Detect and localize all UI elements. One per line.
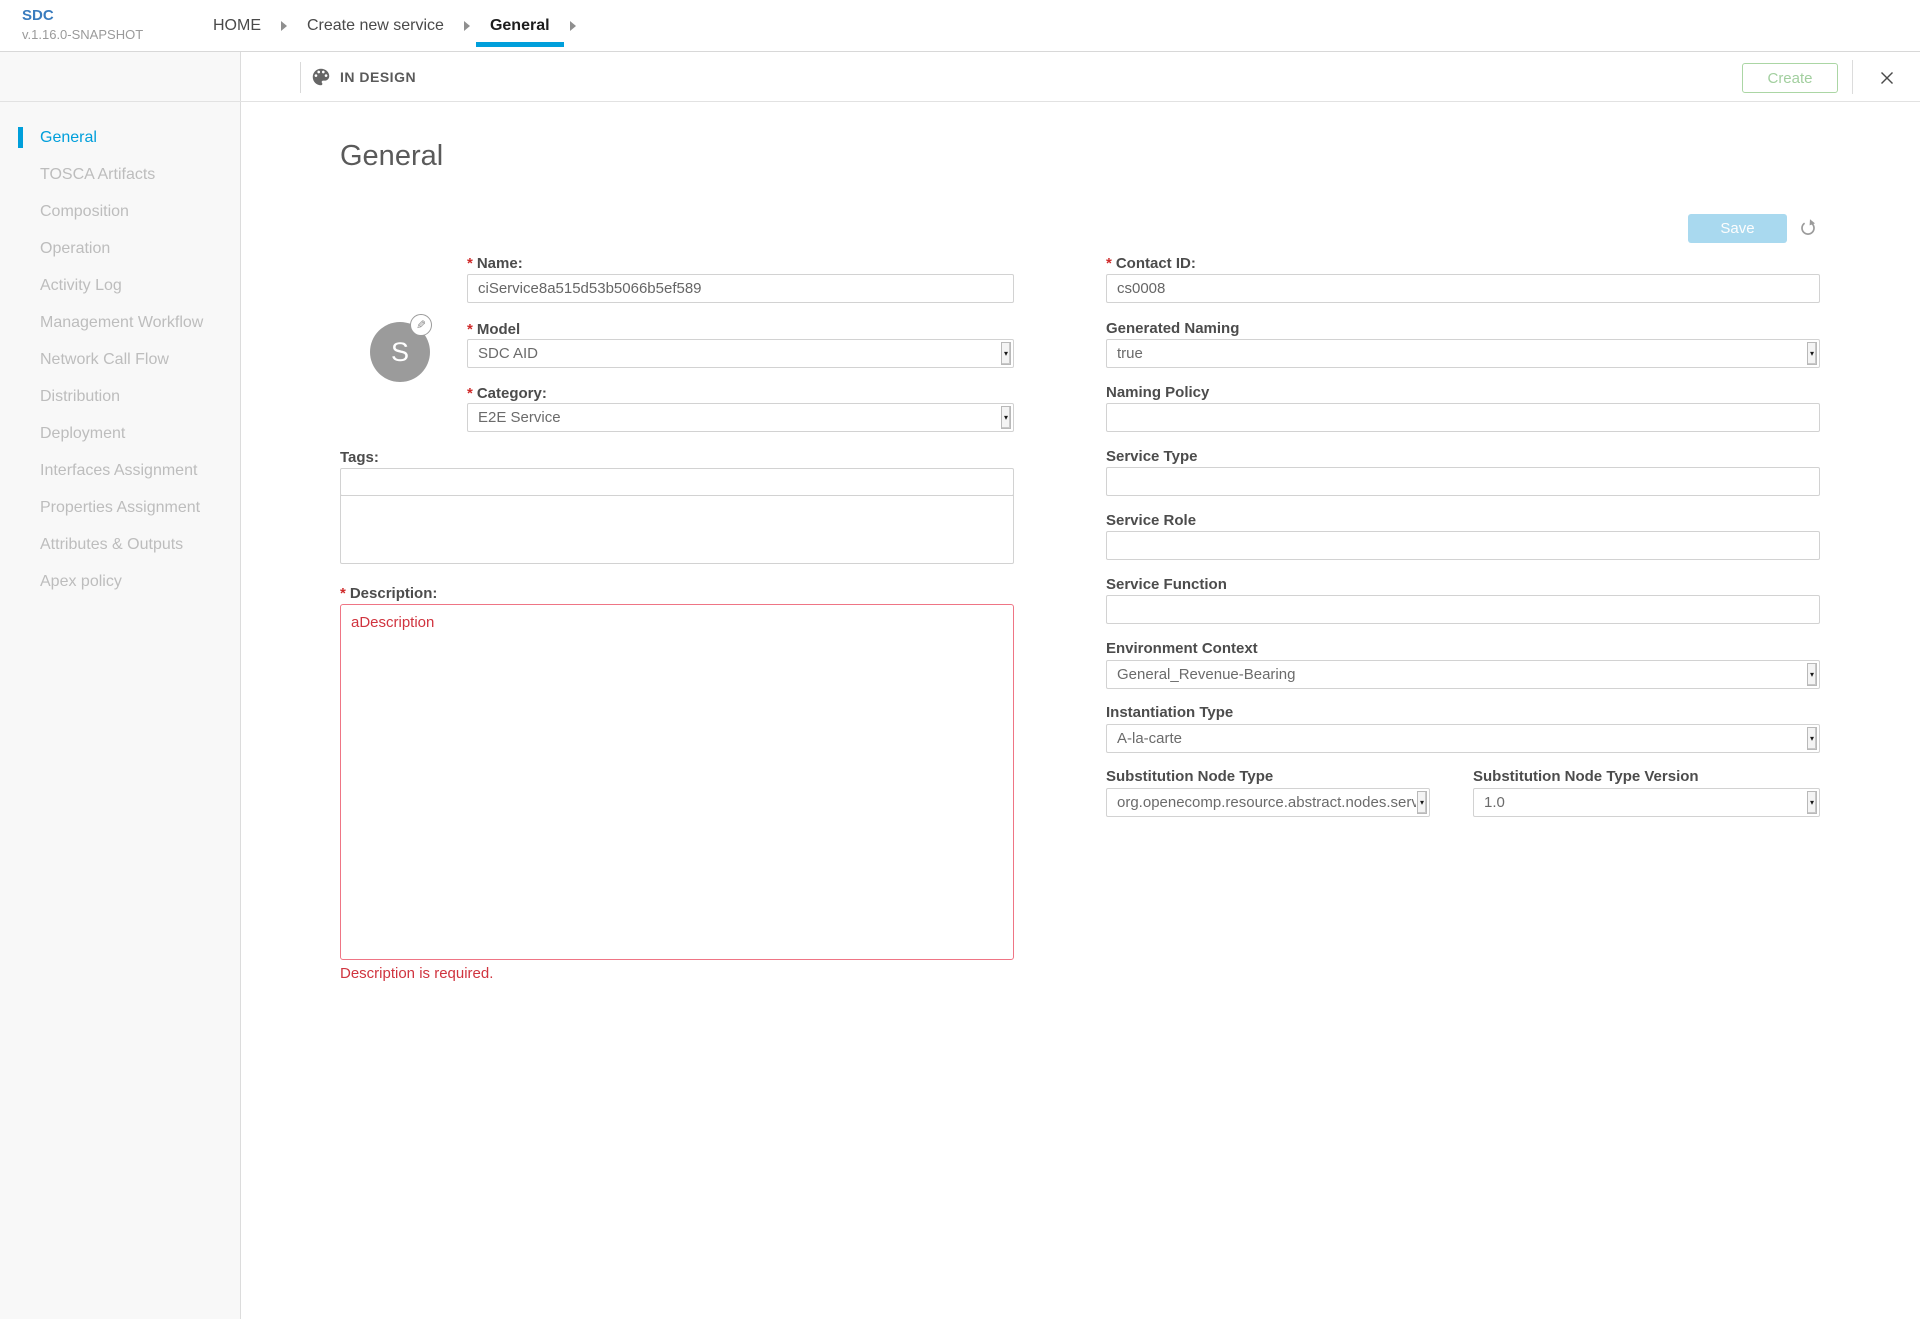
category-label: *Category: <box>467 385 547 402</box>
name-input[interactable] <box>467 274 1014 303</box>
avatar-letter: S <box>391 337 409 368</box>
tab-home[interactable]: HOME <box>199 0 275 51</box>
tab-create-new-service[interactable]: Create new service <box>293 0 458 51</box>
category-select[interactable]: E2E Service ▾ <box>467 403 1014 432</box>
generated-naming-select[interactable]: true ▾ <box>1106 339 1820 368</box>
substitution-node-type-select[interactable]: org.openecomp.resource.abstract.nodes.se… <box>1106 788 1430 817</box>
sidebar: General TOSCA Artifacts Composition Oper… <box>0 52 241 1319</box>
contact-id-input[interactable] <box>1106 274 1820 303</box>
contact-id-label: *Contact ID: <box>1106 255 1196 272</box>
chevron-right-icon <box>281 21 287 31</box>
sidebar-item-operation[interactable]: Operation <box>0 230 240 267</box>
category-select-value: E2E Service <box>478 404 1000 431</box>
create-button[interactable]: Create <box>1742 63 1838 93</box>
description-textarea[interactable]: aDescription <box>340 604 1014 960</box>
lifecycle-status: IN DESIGN <box>310 62 416 92</box>
required-marker: * <box>340 585 346 602</box>
required-marker: * <box>1106 255 1112 272</box>
instantiation-type-select-value: A-la-carte <box>1117 725 1806 752</box>
required-marker: * <box>467 385 473 402</box>
model-label: *Model <box>467 321 520 338</box>
app-logo: SDC <box>22 7 54 24</box>
save-button[interactable]: Save <box>1688 214 1787 243</box>
environment-context-label: Environment Context <box>1106 640 1258 657</box>
substitution-node-type-version-select[interactable]: 1.0 ▾ <box>1473 788 1820 817</box>
tags-input[interactable] <box>340 468 1014 496</box>
tags-label: Tags: <box>340 449 379 466</box>
dropdown-caret-icon: ▾ <box>1417 791 1427 814</box>
sidebar-item-tosca-artifacts[interactable]: TOSCA Artifacts <box>0 156 240 193</box>
environment-context-select[interactable]: General_Revenue-Bearing ▾ <box>1106 660 1820 689</box>
close-icon <box>1879 70 1895 86</box>
generated-naming-label: Generated Naming <box>1106 320 1239 337</box>
service-role-label: Service Role <box>1106 512 1196 529</box>
naming-policy-input[interactable] <box>1106 403 1820 432</box>
substitution-node-type-version-select-value: 1.0 <box>1484 789 1806 816</box>
header-right-divider <box>1852 60 1853 94</box>
sidebar-item-general[interactable]: General <box>0 119 240 156</box>
instantiation-type-select[interactable]: A-la-carte ▾ <box>1106 724 1820 753</box>
active-tab-underline <box>476 42 564 47</box>
status-badge: IN DESIGN <box>340 69 416 85</box>
required-marker: * <box>467 255 473 272</box>
service-type-label: Service Type <box>1106 448 1197 465</box>
service-function-label: Service Function <box>1106 576 1227 593</box>
top-bar: SDC v.1.16.0-SNAPSHOT HOME Create new se… <box>0 0 1920 52</box>
service-type-input[interactable] <box>1106 467 1820 496</box>
dropdown-caret-icon: ▾ <box>1807 663 1817 686</box>
substitution-node-type-label: Substitution Node Type <box>1106 768 1273 785</box>
app-version: v.1.16.0-SNAPSHOT <box>22 27 143 42</box>
model-select-value: SDC AID <box>478 340 1000 367</box>
service-function-input[interactable] <box>1106 595 1820 624</box>
page-title: General <box>340 140 443 173</box>
sidebar-item-deployment[interactable]: Deployment <box>0 415 240 452</box>
sidebar-item-network-call-flow[interactable]: Network Call Flow <box>0 341 240 378</box>
substitution-node-type-version-label: Substitution Node Type Version <box>1473 768 1699 785</box>
status-left-divider <box>300 62 301 93</box>
dropdown-caret-icon: ▾ <box>1807 342 1817 365</box>
tab-general-label: General <box>490 17 550 35</box>
chevron-right-icon <box>464 21 470 31</box>
sidebar-item-activity-log[interactable]: Activity Log <box>0 267 240 304</box>
service-role-input[interactable] <box>1106 531 1820 560</box>
substitution-node-type-select-value: org.openecomp.resource.abstract.nodes.se… <box>1117 789 1416 816</box>
sidebar-menu: General TOSCA Artifacts Composition Oper… <box>0 119 240 600</box>
tab-general[interactable]: General <box>476 0 564 51</box>
name-label: *Name: <box>467 255 523 272</box>
sidebar-item-distribution[interactable]: Distribution <box>0 378 240 415</box>
close-button[interactable] <box>1872 64 1902 92</box>
header-divider-line <box>0 101 1920 102</box>
naming-policy-label: Naming Policy <box>1106 384 1209 401</box>
chevron-right-icon <box>570 21 576 31</box>
revert-button[interactable] <box>1797 218 1819 240</box>
sidebar-item-attributes-outputs[interactable]: Attributes & Outputs <box>0 526 240 563</box>
instantiation-type-label: Instantiation Type <box>1106 704 1233 721</box>
palette-icon <box>310 66 332 88</box>
dropdown-caret-icon: ▾ <box>1001 406 1011 429</box>
avatar-edit-button[interactable]: ✎ <box>410 314 432 336</box>
dropdown-caret-icon: ▾ <box>1807 791 1817 814</box>
dropdown-caret-icon: ▾ <box>1001 342 1011 365</box>
refresh-icon <box>1798 218 1818 238</box>
required-marker: * <box>467 321 473 338</box>
dropdown-caret-icon: ▾ <box>1807 727 1817 750</box>
sidebar-item-properties-assignment[interactable]: Properties Assignment <box>0 489 240 526</box>
sidebar-item-composition[interactable]: Composition <box>0 193 240 230</box>
sidebar-item-management-workflow[interactable]: Management Workflow <box>0 304 240 341</box>
sidebar-item-interfaces-assignment[interactable]: Interfaces Assignment <box>0 452 240 489</box>
model-select[interactable]: SDC AID ▾ <box>467 339 1014 368</box>
description-label: *Description: <box>340 585 437 602</box>
generated-naming-select-value: true <box>1117 340 1806 367</box>
pencil-icon: ✎ <box>416 318 426 332</box>
environment-context-select-value: General_Revenue-Bearing <box>1117 661 1806 688</box>
description-error-message: Description is required. <box>340 965 493 982</box>
tab-create-new-service-label: Create new service <box>307 17 444 35</box>
tab-home-label: HOME <box>213 17 261 35</box>
sidebar-item-apex-policy[interactable]: Apex policy <box>0 563 240 600</box>
breadcrumb: HOME Create new service General <box>199 0 582 51</box>
tags-list-box <box>340 495 1014 564</box>
sdc-general-page: { "app": { "logo": "SDC", "version": "v.… <box>0 0 1920 1319</box>
